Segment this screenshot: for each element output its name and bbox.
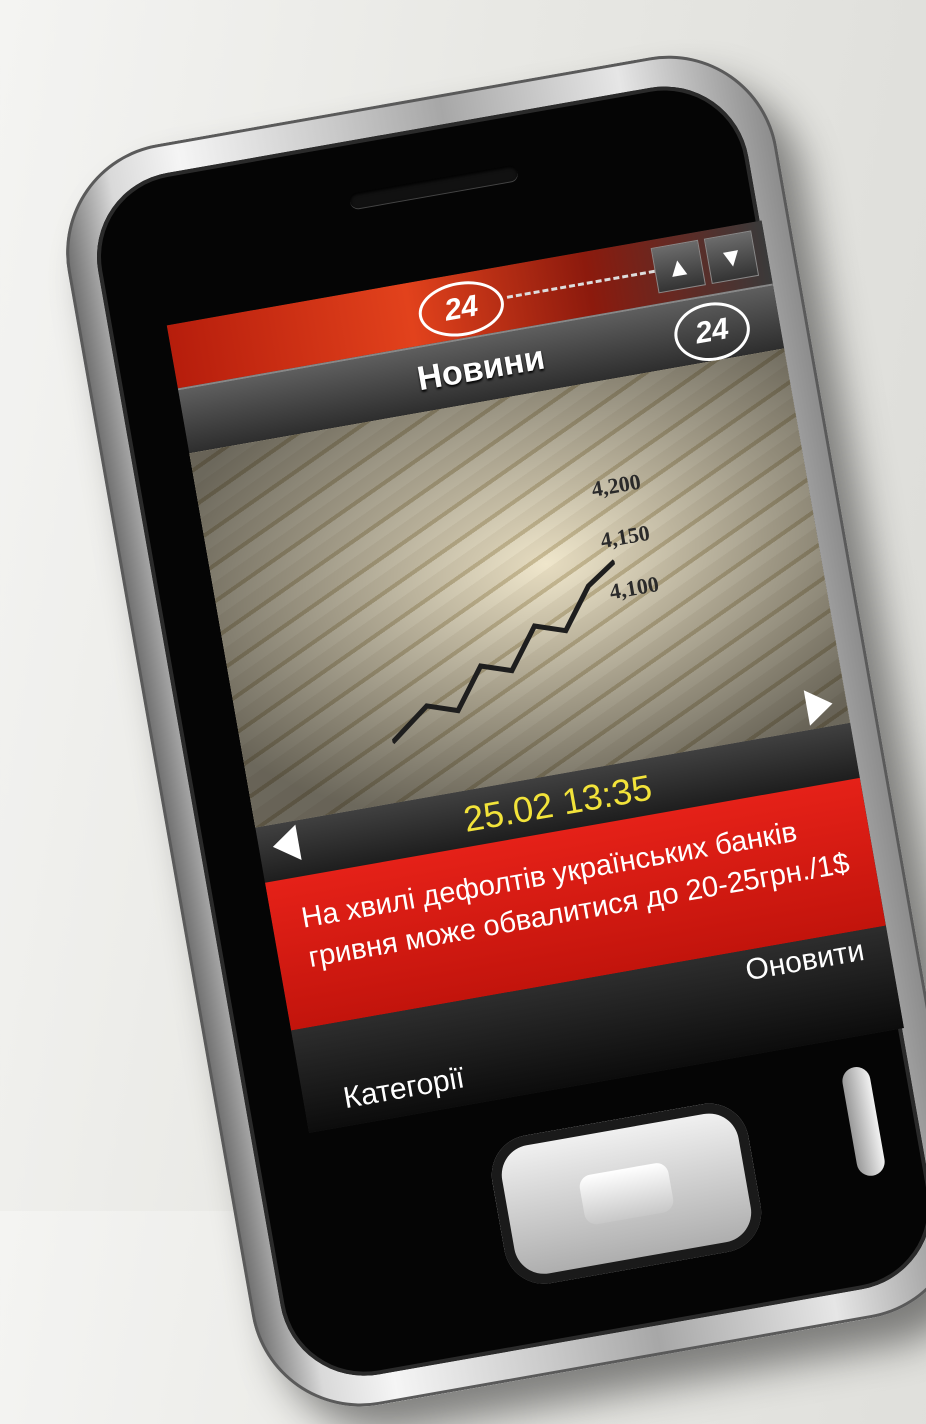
- scroll-buttons: ▲ ▼: [650, 230, 760, 294]
- photo-tick-label: 4,150: [598, 519, 652, 554]
- photo-tick-label: 4,200: [589, 468, 643, 502]
- mobile-phone: 24 ▲ ▼ Новини 24 4,200 4,150 4,100 25.02…: [48, 38, 926, 1424]
- scroll-down-button[interactable]: ▼: [703, 230, 760, 285]
- side-key[interactable]: [840, 1064, 887, 1179]
- navigation-key[interactable]: [485, 1097, 768, 1291]
- brand-dashes: [506, 269, 655, 299]
- scroll-up-button[interactable]: ▲: [650, 239, 706, 294]
- phone-bezel: 24 ▲ ▼ Новини 24 4,200 4,150 4,100 25.02…: [83, 73, 926, 1390]
- categories-softkey[interactable]: Категорії: [341, 1061, 467, 1116]
- select-key[interactable]: [577, 1161, 676, 1227]
- photo-tick-label: 4,100: [607, 571, 661, 605]
- scene: 24 ▲ ▼ Новини 24 4,200 4,150 4,100 25.02…: [0, 0, 926, 1424]
- earpiece-speaker: [348, 164, 519, 210]
- phone-screen: 24 ▲ ▼ Новини 24 4,200 4,150 4,100 25.02…: [166, 220, 904, 1133]
